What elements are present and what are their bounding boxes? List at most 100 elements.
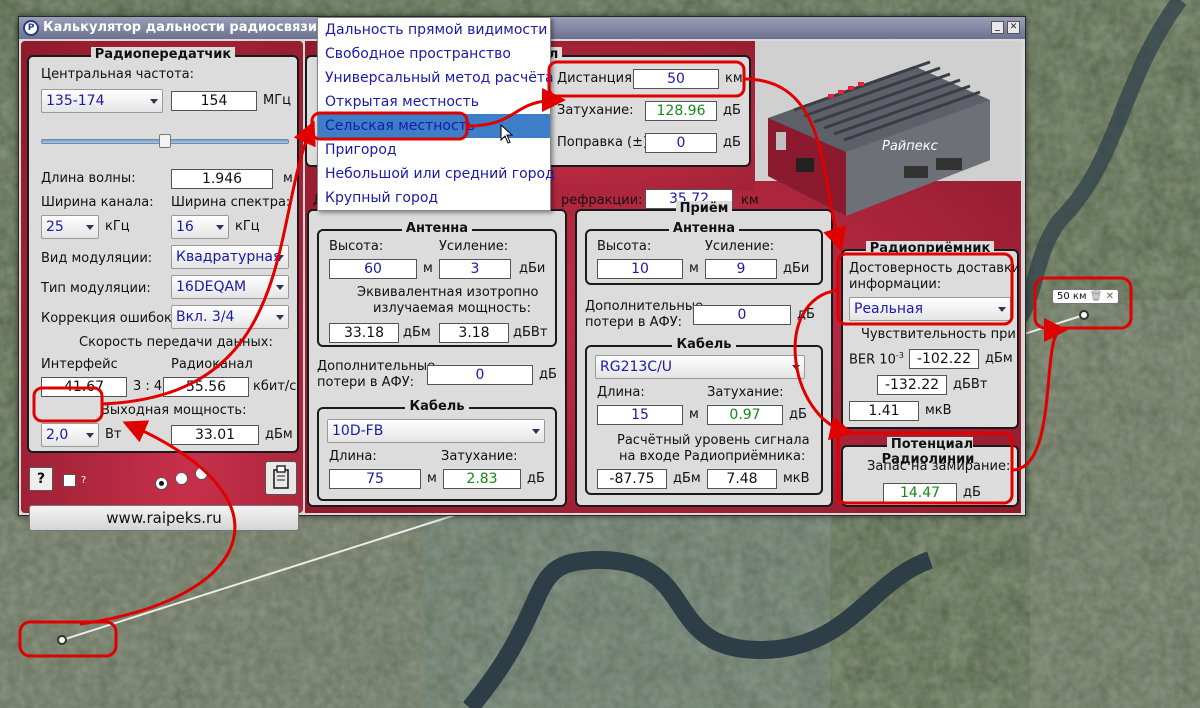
close-button[interactable]: ✕ bbox=[1007, 21, 1020, 34]
rx-level-label-1: Расчётный уровень сигнала bbox=[617, 433, 810, 448]
rx-extra-loss-label-2: потери в АФУ: bbox=[585, 315, 683, 330]
menu-item[interactable]: Пригород bbox=[318, 138, 550, 162]
freq-slider-thumb[interactable] bbox=[159, 134, 171, 148]
tx-cable-att-label: Затухание: bbox=[441, 449, 518, 464]
tx-gain-input[interactable]: 3 bbox=[439, 259, 511, 279]
channel-width-select[interactable]: 25 bbox=[41, 215, 99, 239]
spectrum-width-label: Ширина спектра: bbox=[171, 195, 291, 210]
modulation-kind-select[interactable]: Квадратурная bbox=[171, 245, 289, 269]
trash-icon[interactable]: 🗑 bbox=[1090, 291, 1103, 302]
rx-length-unit: м bbox=[689, 407, 699, 422]
menu-item[interactable]: Открытая местность bbox=[318, 90, 550, 114]
rx-extra-loss-unit: дБ bbox=[797, 307, 815, 322]
tx-length-input[interactable]: 75 bbox=[329, 469, 421, 489]
modulation-type-select[interactable]: 16DEQAM bbox=[171, 275, 289, 299]
fec-select[interactable]: Вкл. 3/4 bbox=[171, 305, 289, 329]
mouse-cursor bbox=[500, 123, 514, 148]
eirp-label-2: излучаемая мощность: bbox=[373, 301, 531, 316]
sens-dbw-field: -132.22 bbox=[877, 375, 947, 395]
rx-cable-group: Кабель RG213C/U Длина: Затухание: 15 м 0… bbox=[585, 337, 823, 495]
rx-height-unit: м bbox=[689, 261, 699, 276]
modulation-kind-value: Квадратурная bbox=[176, 249, 282, 265]
power-select[interactable]: 2,0 bbox=[41, 423, 99, 447]
eirp-dbm-field: 33.18 bbox=[329, 323, 399, 343]
radio-option-1[interactable] bbox=[155, 477, 168, 490]
sens-dbw-unit: дБВт bbox=[953, 377, 988, 392]
sensitivity-label-1: Чувствительность при bbox=[861, 327, 1016, 342]
ber-text: BER 10 bbox=[849, 352, 896, 368]
menu-item[interactable]: Крупный город bbox=[318, 186, 550, 210]
menu-item[interactable]: Дальность прямой видимости bbox=[318, 18, 550, 42]
band-value: 135-174 bbox=[46, 93, 105, 109]
chevron-down-icon bbox=[532, 429, 540, 434]
tx-height-input[interactable]: 60 bbox=[329, 259, 417, 279]
rx-gain-label: Усиление: bbox=[705, 239, 775, 254]
freq-unit: МГц bbox=[263, 93, 291, 108]
menu-item[interactable]: Сельская местность bbox=[318, 114, 550, 138]
data-rate-label: Скорость передачи данных: bbox=[79, 335, 273, 350]
reliability-value: Реальная bbox=[854, 301, 923, 317]
rx-height-input[interactable]: 10 bbox=[597, 259, 683, 279]
tx-side-group: Антенна Высота: Усиление: 60 м 3 дБи Экв… bbox=[307, 209, 567, 507]
window-title: Калькулятор дальности радиосвязи РА bbox=[43, 20, 342, 35]
rx-extra-loss-label-1: Дополнительные bbox=[585, 299, 704, 314]
distance-input[interactable]: 50 bbox=[633, 69, 719, 89]
rx-gain-input[interactable]: 9 bbox=[705, 259, 777, 279]
rx-length-input[interactable]: 15 bbox=[597, 405, 683, 425]
radio-option-2[interactable] bbox=[175, 472, 188, 485]
tx-cable-title: Кабель bbox=[405, 399, 469, 414]
output-power-label: Выходная мощность: bbox=[101, 403, 247, 418]
tx-length-unit: м bbox=[427, 471, 437, 486]
app-icon: Р bbox=[23, 20, 39, 36]
channel-width-unit: кГц bbox=[105, 219, 130, 234]
receiver-group: Радиоприёмник Достоверность доставки инф… bbox=[841, 241, 1020, 429]
eirp-dbw-field: 3.18 bbox=[439, 323, 509, 343]
close-icon[interactable]: ✕ bbox=[1106, 291, 1114, 302]
band-select[interactable]: 135-174 bbox=[41, 89, 163, 113]
rx-level-dbm-unit: дБм bbox=[673, 471, 701, 486]
tx-extra-loss-input[interactable]: 0 bbox=[427, 365, 533, 385]
sens-uv-unit: мкВ bbox=[925, 403, 952, 418]
menu-item[interactable]: Небольшой или средний город bbox=[318, 162, 555, 186]
wavelength-field: 1.946 bbox=[171, 169, 273, 189]
minimize-button[interactable]: _ bbox=[991, 21, 1004, 34]
menu-item[interactable]: Универсальный метод расчёта bbox=[318, 66, 554, 90]
chevron-down-icon bbox=[86, 225, 94, 230]
rx-cable-select[interactable]: RG213C/U bbox=[595, 355, 805, 379]
spectrum-width-value: 16 bbox=[176, 219, 194, 235]
tx-extra-loss-label-2: потери в АФУ: bbox=[317, 375, 415, 390]
menu-item[interactable]: Свободное пространство bbox=[318, 42, 550, 66]
correction-label: Поправка (±): bbox=[557, 135, 653, 150]
ber-exponent: -3 bbox=[895, 351, 904, 360]
tx-height-label: Высота: bbox=[329, 239, 384, 254]
rx-extra-loss-input[interactable]: 0 bbox=[693, 305, 791, 325]
interface-rate-field: 41.67 bbox=[41, 377, 127, 397]
spectrum-width-select[interactable]: 16 bbox=[171, 215, 229, 239]
help-button[interactable]: ? bbox=[29, 467, 53, 491]
rate-unit: кбит/с bbox=[253, 379, 297, 394]
radio-option-3[interactable] bbox=[195, 467, 208, 480]
tx-antenna-group: Антенна Высота: Усиление: 60 м 3 дБи Экв… bbox=[317, 221, 557, 347]
tx-extra-loss-unit: дБ bbox=[539, 367, 557, 382]
distance-label: Дистанция: bbox=[557, 71, 637, 86]
spectrum-width-unit: кГц bbox=[235, 219, 260, 234]
website-button[interactable]: www.raipeks.ru bbox=[29, 505, 299, 531]
attenuation-label: Затухание: bbox=[557, 103, 634, 118]
rx-level-uv-unit: мкВ bbox=[783, 471, 810, 486]
freq-input[interactable]: 154 bbox=[171, 91, 257, 111]
correction-input[interactable]: 0 bbox=[645, 133, 717, 153]
help-checkbox[interactable] bbox=[63, 474, 76, 487]
reliability-select[interactable]: Реальная bbox=[849, 297, 1011, 321]
rx-cable-title: Кабель bbox=[672, 337, 736, 352]
propagation-model-menu[interactable]: Дальность прямой видимости Свободное прос… bbox=[317, 17, 555, 211]
chevron-down-icon bbox=[216, 225, 224, 230]
chevron-down-icon bbox=[276, 315, 284, 320]
tx-cable-select[interactable]: 10D-FB bbox=[327, 419, 545, 443]
channel-width-value: 25 bbox=[46, 219, 64, 235]
rx-side-group: Приём Антенна Высота: Усиление: 10 м 9 д… bbox=[575, 201, 833, 507]
copy-button[interactable] bbox=[265, 461, 297, 495]
transmitter-title: Радиопередатчик bbox=[90, 47, 236, 62]
rx-level-uv-field: 7.48 bbox=[707, 469, 777, 489]
tx-cable-att-field: 2.83 bbox=[443, 469, 521, 489]
margin-label: Запас на замирание: bbox=[867, 459, 1011, 474]
